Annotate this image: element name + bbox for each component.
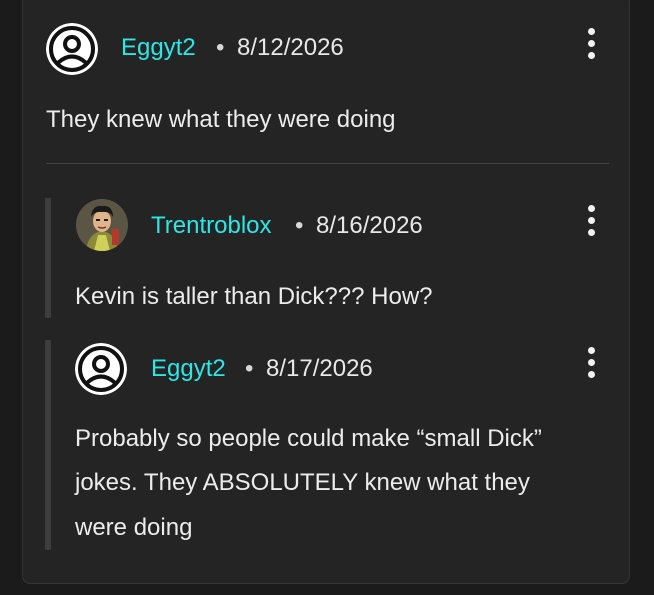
avatar[interactable] — [75, 343, 127, 395]
separator-dot: • — [295, 212, 304, 239]
comment-username[interactable]: Eggyt2 — [121, 33, 196, 63]
divider — [46, 163, 609, 164]
avatar[interactable] — [76, 199, 128, 251]
reply-body-line: jokes. They ABSOLUTELY knew what they — [75, 469, 530, 496]
user-circle-icon — [75, 343, 127, 395]
comment-body: They knew what they were doing — [46, 106, 396, 133]
reply-body: Kevin is taller than Dick??? How? — [75, 283, 433, 310]
cartoon-character-avatar — [76, 199, 128, 251]
reply-body-line: were doing — [75, 514, 193, 541]
more-options-icon[interactable] — [580, 24, 604, 64]
user-circle-icon — [46, 23, 98, 75]
comment-date: 8/12/2026 — [237, 34, 344, 61]
more-options-icon[interactable] — [580, 201, 604, 241]
reply-username[interactable]: Trentroblox — [151, 211, 272, 241]
reply-username[interactable]: Eggyt2 — [151, 354, 226, 384]
reply-date: 8/17/2026 — [266, 355, 373, 382]
separator-dot: • — [216, 34, 225, 61]
avatar[interactable] — [46, 23, 98, 75]
thread-line — [45, 340, 51, 550]
reply-date: 8/16/2026 — [316, 212, 423, 239]
separator-dot: • — [245, 355, 254, 382]
more-options-icon[interactable] — [580, 343, 604, 383]
thread-line — [45, 198, 51, 318]
reply-body-line: Probably so people could make “small Dic… — [75, 425, 542, 452]
